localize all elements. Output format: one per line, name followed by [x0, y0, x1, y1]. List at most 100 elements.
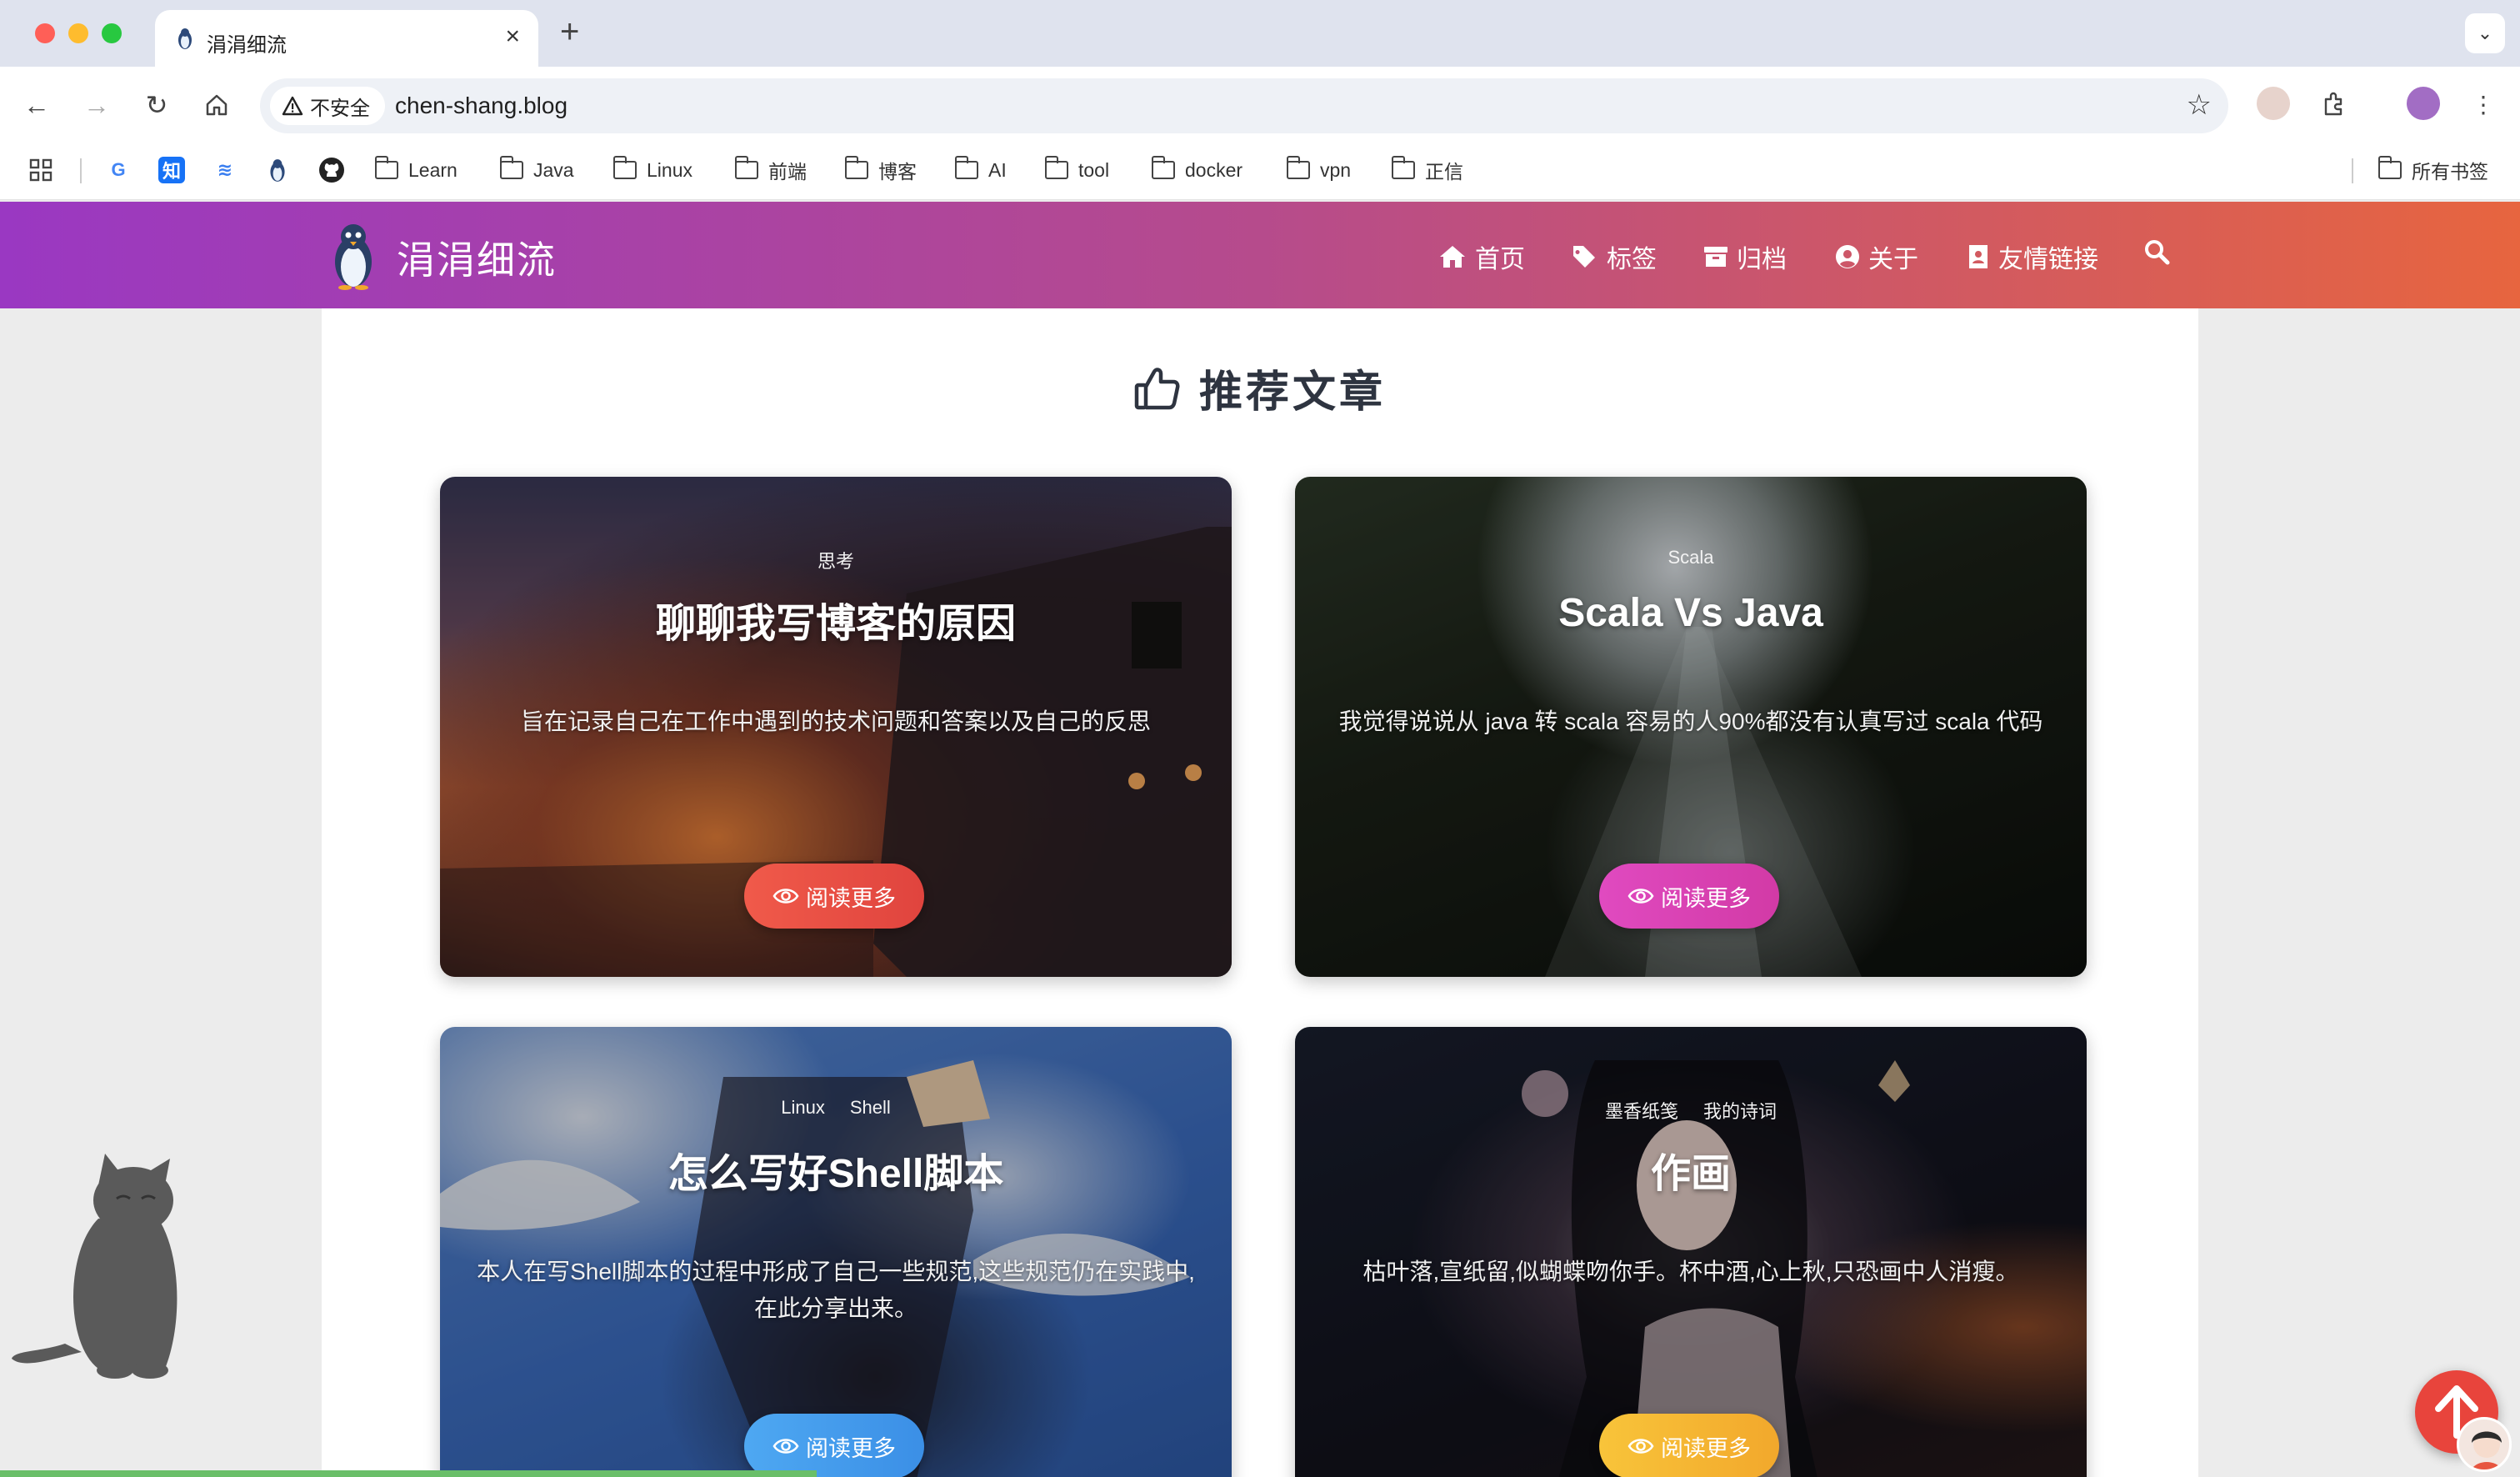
- nav-home[interactable]: 首页: [1438, 238, 1525, 275]
- new-tab-button[interactable]: +: [560, 13, 579, 50]
- penguin-icon: [178, 28, 192, 49]
- tag[interactable]: 思考: [818, 547, 854, 573]
- bookmark-folder-docker[interactable]: docker: [1151, 153, 1242, 187]
- tag[interactable]: Scala: [1668, 547, 1713, 568]
- extensions-puzzle-icon[interactable]: [2317, 88, 2350, 122]
- tag[interactable]: 墨香纸笺: [1605, 1097, 1678, 1124]
- post-overlay: [1295, 1027, 2087, 1477]
- bookmarks-bar: G 知 ≋ Learn Java Linux 前端 博客 AI tool doc…: [0, 143, 2520, 200]
- post-description: 枯叶落,宣纸留,似蝴蝶吻你手。杯中酒,心上秋,只恐画中人消瘦。: [1362, 1259, 2019, 1284]
- post-title[interactable]: 怎么写好Shell脚本: [440, 1140, 1232, 1199]
- tab-search-chevron-icon[interactable]: ⌄: [2465, 13, 2505, 53]
- address-book-icon: [1969, 245, 1988, 268]
- nav-tags[interactable]: 标签: [1572, 238, 1657, 275]
- extension-avatar-icon[interactable]: [2257, 87, 2290, 120]
- assistant-avatar[interactable]: [2457, 1417, 2512, 1472]
- post-title[interactable]: Scala Vs Java: [1295, 590, 2087, 636]
- tab-close-icon[interactable]: ×: [505, 23, 520, 50]
- post-tags: Linux Shell: [440, 1097, 1232, 1119]
- home-page-icon[interactable]: [197, 85, 237, 125]
- bookmark-folder-zhengxin[interactable]: 正信: [1391, 153, 1463, 187]
- post-description: 本人在写Shell脚本的过程中形成了自己一些规范,这些规范仍在实践中,在此分享出…: [477, 1259, 1195, 1321]
- eye-icon: [772, 889, 799, 904]
- apps-grid-icon[interactable]: [28, 153, 53, 187]
- post-card[interactable]: Scala Scala Vs Java 我觉得说说从 java 转 scala …: [1295, 477, 2087, 977]
- tags-icon: [1573, 246, 1595, 268]
- read-more-button[interactable]: 阅读更多: [1599, 1414, 1779, 1477]
- folder-icon: [1391, 156, 1415, 179]
- bookmark-folder-tool[interactable]: tool: [1044, 153, 1109, 187]
- eye-icon: [1628, 889, 1654, 904]
- section-title: 推荐文章: [322, 357, 2198, 419]
- browser-tab-bar: 涓涓细流 × + ⌄: [0, 0, 2520, 67]
- minimize-window-button[interactable]: [68, 23, 88, 43]
- user-circle-icon: [1836, 245, 1860, 268]
- profile-avatar-icon[interactable]: [2407, 87, 2440, 120]
- post-overlay: [440, 1027, 1232, 1477]
- reload-icon[interactable]: ↻: [137, 85, 177, 125]
- eye-icon: [1628, 1439, 1654, 1454]
- home-icon: [1440, 246, 1465, 268]
- cat-mascot[interactable]: [7, 1144, 190, 1385]
- post-description: 旨在记录自己在工作中遇到的技术问题和答案以及自己的反思: [520, 708, 1151, 734]
- nav-about[interactable]: 关于: [1835, 238, 1918, 275]
- penguin-bookmark-icon[interactable]: [265, 153, 290, 187]
- post-tags: 思考: [440, 547, 1232, 573]
- tag[interactable]: Linux: [781, 1097, 825, 1119]
- warning-triangle-icon: [282, 96, 303, 116]
- google-icon[interactable]: G: [105, 153, 132, 187]
- site-title[interactable]: 涓涓细流: [397, 230, 557, 285]
- post-description: 我觉得说说从 java 转 scala 容易的人90%都没有认真写过 scala…: [1338, 708, 2043, 734]
- bookmark-folder-ai[interactable]: AI: [954, 153, 1007, 187]
- bookmark-folder-frontend[interactable]: 前端: [734, 153, 807, 187]
- zhihu-icon[interactable]: 知: [158, 153, 185, 187]
- folder-icon: [1044, 156, 1068, 179]
- tag[interactable]: 我的诗词: [1703, 1097, 1777, 1124]
- archive-icon: [1704, 247, 1728, 267]
- folder-icon: [1286, 156, 1310, 179]
- thumbs-up-icon: [1134, 367, 1180, 409]
- post-card[interactable]: 墨香纸笺 我的诗词 作画 枯叶落,宣纸留,似蝴蝶吻你手。杯中酒,心上秋,只恐画中…: [1295, 1027, 2087, 1477]
- read-more-button[interactable]: 阅读更多: [744, 1414, 924, 1477]
- post-card[interactable]: 思考 聊聊我写博客的原因 旨在记录自己在工作中遇到的技术问题和答案以及自己的反思…: [440, 477, 1232, 977]
- browser-tab[interactable]: 涓涓细流 ×: [155, 10, 538, 67]
- forward-arrow-icon[interactable]: →: [77, 85, 117, 125]
- main-content: 推荐文章 思考 聊聊我写博客的原因 旨在记录自己在工作中遇到的技术问题和答案以及…: [322, 308, 2198, 1477]
- reading-progress-bar: [0, 1470, 817, 1477]
- url-text[interactable]: chen-shang.blog: [395, 93, 568, 119]
- tag[interactable]: Shell: [850, 1097, 891, 1119]
- browser-toolbar: ← → ↻ 不安全 chen-shang.blog ☆ ⋮: [0, 67, 2520, 143]
- post-tags: 墨香纸笺 我的诗词: [1295, 1097, 2087, 1124]
- bookmark-folder-learn[interactable]: Learn: [374, 153, 458, 187]
- all-bookmarks-folder[interactable]: 所有书签: [2378, 153, 2488, 187]
- folder-icon: [612, 156, 637, 179]
- penguin-logo-icon[interactable]: [327, 220, 380, 290]
- security-chip[interactable]: 不安全: [270, 87, 385, 125]
- post-title[interactable]: 作画: [1295, 1140, 2087, 1199]
- bookmark-folder-linux[interactable]: Linux: [612, 153, 692, 187]
- github-icon[interactable]: [318, 153, 345, 187]
- folder-icon: [1151, 156, 1175, 179]
- read-more-button[interactable]: 阅读更多: [744, 864, 924, 929]
- bookmark-star-icon[interactable]: ☆: [2187, 88, 2212, 122]
- bookmark-folder-java[interactable]: Java: [499, 153, 574, 187]
- address-bar[interactable]: 不安全 chen-shang.blog ☆: [260, 78, 2228, 133]
- zoom-window-button[interactable]: [102, 23, 122, 43]
- bookmark-folder-blog[interactable]: 博客: [844, 153, 917, 187]
- post-tags: Scala: [1295, 547, 2087, 568]
- nav-archive[interactable]: 归档: [1703, 238, 1787, 275]
- close-window-button[interactable]: [35, 23, 55, 43]
- security-label: 不安全: [310, 97, 370, 120]
- search-button[interactable]: [2143, 238, 2170, 265]
- folder-icon: [734, 156, 758, 179]
- nav-friend-links[interactable]: 友情链接: [1967, 238, 2098, 275]
- post-card[interactable]: Linux Shell 怎么写好Shell脚本 本人在写Shell脚本的过程中形…: [440, 1027, 1232, 1477]
- folder-icon: [374, 156, 398, 179]
- post-title[interactable]: 聊聊我写博客的原因: [440, 590, 1232, 648]
- more-menu-icon[interactable]: ⋮: [2467, 88, 2500, 122]
- back-arrow-icon[interactable]: ←: [17, 85, 57, 125]
- layers-icon[interactable]: ≋: [212, 153, 238, 187]
- read-more-button[interactable]: 阅读更多: [1599, 864, 1779, 929]
- folder-icon: [499, 156, 523, 179]
- bookmark-folder-vpn[interactable]: vpn: [1286, 153, 1351, 187]
